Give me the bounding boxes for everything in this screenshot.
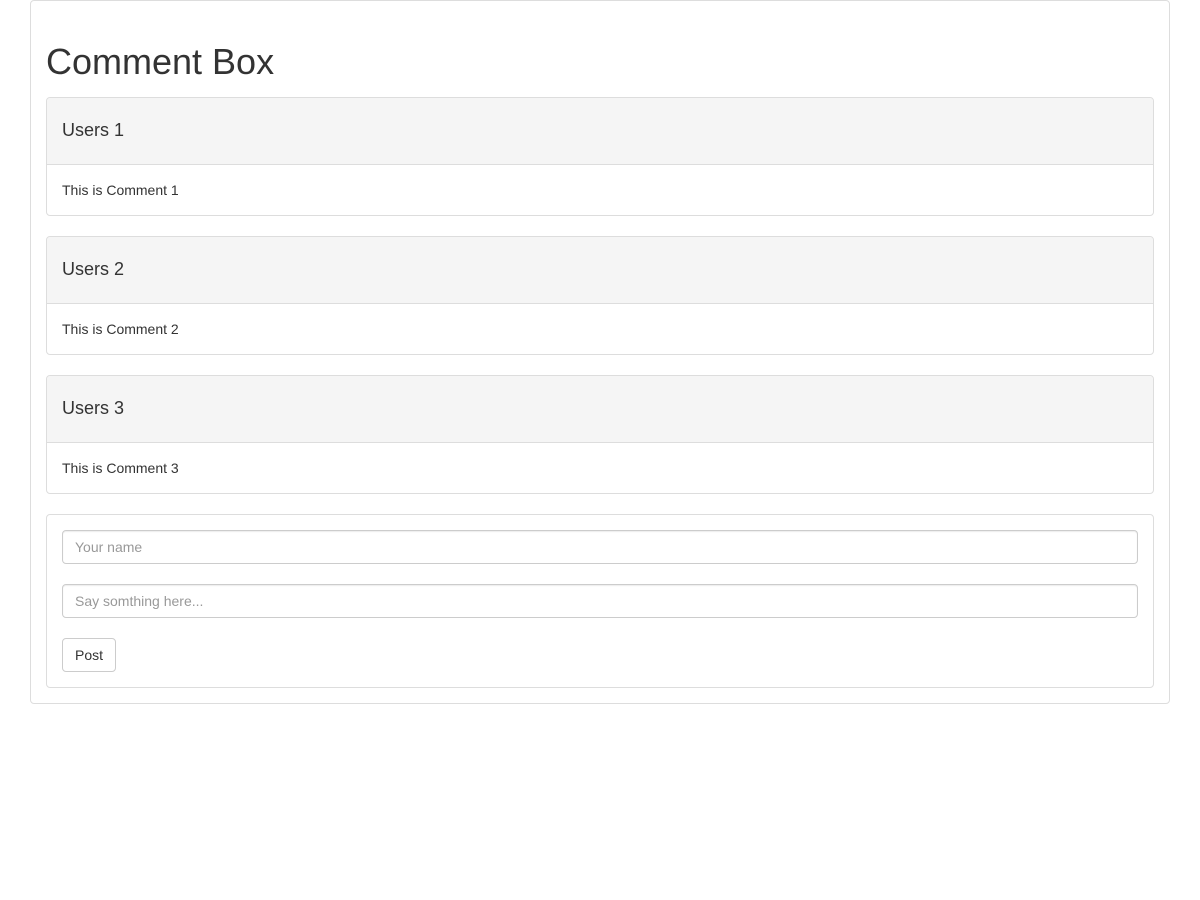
comment-user: Users 3 [62, 396, 1138, 422]
comment-text: This is Comment 1 [47, 165, 1153, 215]
comment-heading: Users 2 [47, 237, 1153, 304]
comment-form: Post [46, 514, 1154, 688]
page-title: Comment Box [46, 36, 1154, 87]
comment-item: Users 2 This is Comment 2 [46, 236, 1154, 355]
post-button[interactable]: Post [62, 638, 116, 672]
comment-box-container: Comment Box Users 1 This is Comment 1 Us… [30, 0, 1170, 704]
comment-text: This is Comment 3 [47, 443, 1153, 493]
comment-item: Users 3 This is Comment 3 [46, 375, 1154, 494]
comment-input[interactable] [62, 584, 1138, 618]
comment-text: This is Comment 2 [47, 304, 1153, 354]
comment-heading: Users 3 [47, 376, 1153, 443]
comment-heading: Users 1 [47, 98, 1153, 165]
name-input[interactable] [62, 530, 1138, 564]
comment-user: Users 2 [62, 257, 1138, 283]
comment-user: Users 1 [62, 118, 1138, 144]
comment-item: Users 1 This is Comment 1 [46, 97, 1154, 216]
